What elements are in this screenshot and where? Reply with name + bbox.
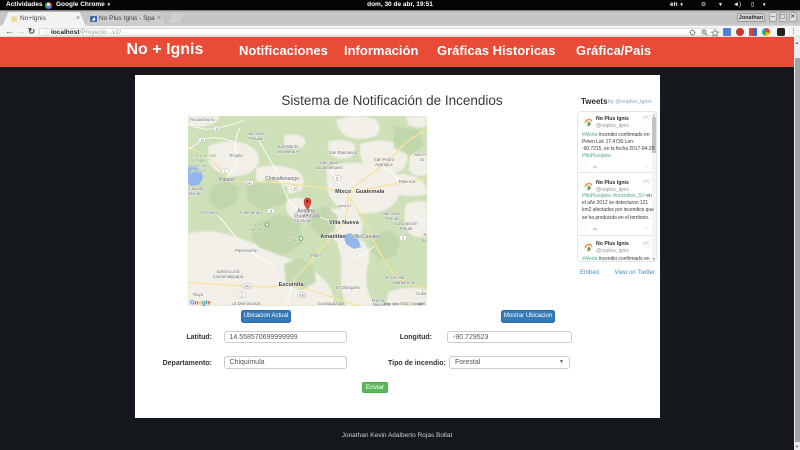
svg-text:Pinula: Pinula xyxy=(400,226,413,231)
svg-text:Palencia: Palencia xyxy=(399,179,416,184)
svg-text:10: 10 xyxy=(215,127,219,131)
svg-text:Villa Canales: Villa Canales xyxy=(351,234,381,240)
svg-text:Escuintla: Escuintla xyxy=(279,282,305,288)
svg-text:Ia: Ia xyxy=(420,157,424,162)
svg-text:Raya: Raya xyxy=(193,292,204,297)
svg-text:Barberena: Barberena xyxy=(394,280,415,285)
svg-text:Guanagazapa: Guanagazapa xyxy=(318,301,346,306)
svg-text:Palín: Palín xyxy=(311,253,321,258)
svg-text:1: 1 xyxy=(224,169,226,173)
svg-text:El Obrajuelo: El Obrajuelo xyxy=(336,285,360,290)
svg-text:N: N xyxy=(423,232,426,237)
svg-text:Tecpán: Tecpán xyxy=(229,153,243,158)
svg-text:La Democracia: La Democracia xyxy=(232,301,262,306)
svg-text:Poaquil: Poaquil xyxy=(249,136,263,141)
svg-text:14: 14 xyxy=(293,186,297,190)
svg-text:11: 11 xyxy=(269,209,273,213)
svg-text:2: 2 xyxy=(241,293,243,297)
svg-text:Amatitlán: Amatitlán xyxy=(320,234,346,240)
svg-text:CA2: CA2 xyxy=(244,284,250,288)
svg-text:13: 13 xyxy=(200,138,204,142)
svg-text:Sa: Sa xyxy=(421,238,427,243)
svg-text:Guatemala: Guatemala xyxy=(294,214,319,220)
svg-text:Chimaltenango: Chimaltenango xyxy=(265,176,299,182)
svg-text:Tolimán: Tolimán xyxy=(188,191,202,196)
svg-text:Jilotepeque: Jilotepeque xyxy=(277,149,300,154)
svg-text:Guatemala: Guatemala xyxy=(356,189,385,195)
svg-text:9: 9 xyxy=(402,236,404,240)
svg-text:zona 17: zona 17 xyxy=(339,204,352,208)
svg-text:San Raimundo: San Raimundo xyxy=(329,150,358,155)
svg-text:Acatenango: Acatenango xyxy=(239,210,263,215)
svg-text:Patzún: Patzún xyxy=(219,177,235,183)
svg-text:Cuila: Cuila xyxy=(416,291,426,296)
svg-text:de Agua: de Agua xyxy=(283,237,299,242)
svg-text:Villa Nueva: Villa Nueva xyxy=(329,220,360,226)
svg-text:go Atitán: go Atitán xyxy=(190,168,207,173)
svg-text:Map data ©2017 Google: Map data ©2017 Google xyxy=(384,302,423,306)
svg-text:Paremuche: Paremuche xyxy=(235,248,258,253)
svg-text:5: 5 xyxy=(336,176,338,180)
svg-text:Mixco: Mixco xyxy=(335,189,351,195)
svg-text:Cotzumalguapa: Cotzumalguapa xyxy=(213,274,244,279)
svg-text:Pochuta: Pochuta xyxy=(201,210,217,215)
svg-text:Google: Google xyxy=(190,301,211,307)
svg-text:Tecuamburro: Tecuamburro xyxy=(189,117,215,122)
svg-text:Acatenango: Acatenango xyxy=(245,227,268,232)
svg-text:Sacatepéquez: Sacatepéquez xyxy=(315,165,342,170)
svg-text:CA2: CA2 xyxy=(299,293,305,297)
svg-text:CA1: CA1 xyxy=(246,181,252,185)
svg-text:Ayampuc: Ayampuc xyxy=(375,162,394,167)
